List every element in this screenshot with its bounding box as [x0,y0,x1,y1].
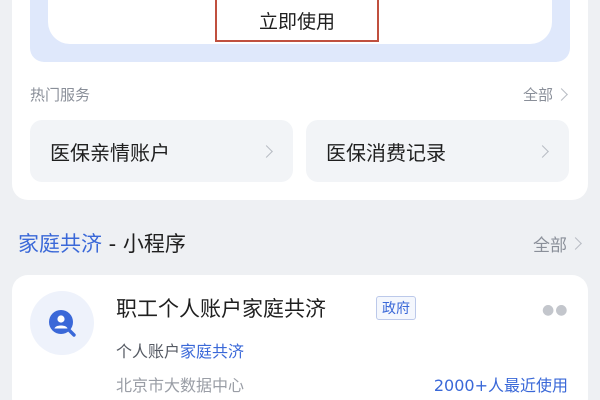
mini-program-name[interactable]: 职工个人账户家庭共济 [116,293,326,323]
government-badge: 政府 [376,296,416,320]
search-person-icon [49,310,76,337]
all-link-text: 全部 [522,86,553,104]
mini-program-usage-count: 2000+人最近使用 [433,376,568,395]
mini-program-avatar[interactable] [30,291,94,355]
section-title-highlight: 家庭共济 [18,232,102,256]
more-dots-icon[interactable]: ●● [542,302,568,318]
subtitle-prefix: 个人账户 [116,342,181,361]
service-family-account[interactable]: 医保亲情账户 [30,120,293,182]
chevron-right-icon [569,237,582,250]
mini-program-subtitle: 个人账户家庭共济 [116,338,244,362]
use-now-button[interactable]: 立即使用 [215,0,379,42]
service-spending-records[interactable]: 医保消费记录 [306,120,569,182]
mini-program-all-link[interactable]: 全部 [533,231,582,256]
section-title-rest: - 小程序 [102,232,186,256]
chevron-right-icon [260,144,273,158]
mini-program-organization: 北京市大数据中心 [116,376,245,395]
mini-program-section-title: 家庭共济 - 小程序 [18,228,186,258]
service-label: 医保消费记录 [326,140,446,165]
service-label: 医保亲情账户 [50,140,170,165]
subtitle-highlight: 家庭共济 [180,342,245,361]
all-link-text: 全部 [533,236,567,256]
hot-services-all-link[interactable]: 全部 [522,84,568,105]
chevron-right-icon [555,88,568,101]
chevron-right-icon [536,144,549,158]
hot-services-label: 热门服务 [30,86,91,104]
